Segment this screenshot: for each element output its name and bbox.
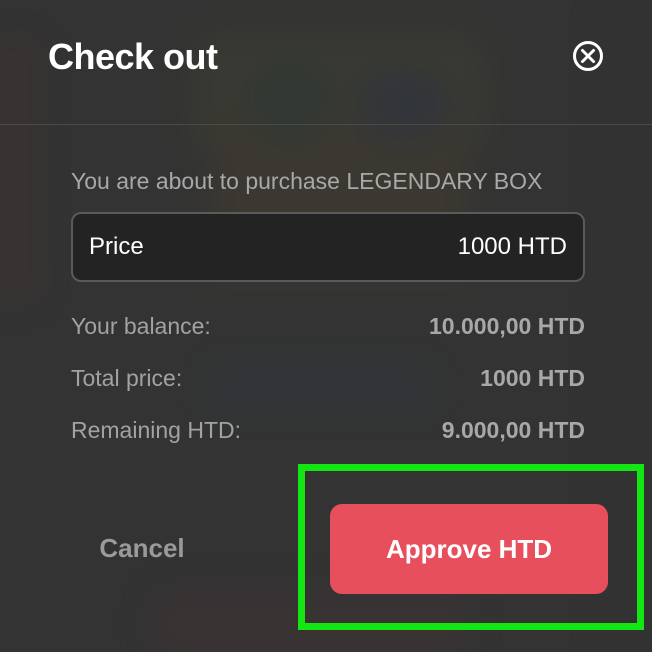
summary-value: 10.000,00 HTD (429, 312, 585, 339)
summary-row-remaining: Remaining HTD: 9.000,00 HTD (71, 404, 585, 456)
summary-label: Your balance: (71, 312, 211, 339)
cancel-button[interactable]: Cancel (72, 520, 212, 576)
modal-body: You are about to purchase LEGENDARY BOX … (71, 150, 585, 456)
checkout-modal: Check out You are about to purchase LEGE… (0, 0, 652, 652)
approve-button[interactable]: Approve HTD (330, 504, 608, 594)
price-label: Price (89, 233, 144, 260)
summary-value: 1000 HTD (480, 364, 585, 391)
summary-row-balance: Your balance: 10.000,00 HTD (71, 300, 585, 352)
price-summary: Your balance: 10.000,00 HTD Total price:… (71, 300, 585, 456)
summary-row-total: Total price: 1000 HTD (71, 352, 585, 404)
modal-title: Check out (48, 36, 218, 77)
summary-value: 9.000,00 HTD (441, 416, 585, 443)
modal-header: Check out (0, 0, 652, 125)
price-value: 1000 HTD (457, 233, 567, 260)
summary-label: Remaining HTD: (71, 416, 241, 443)
price-field: Price 1000 HTD (71, 212, 585, 282)
purchase-description: You are about to purchase LEGENDARY BOX (71, 168, 543, 194)
close-circle-icon (573, 41, 603, 71)
checkout-screen: Check out You are about to purchase LEGE… (0, 0, 652, 652)
close-button[interactable] (572, 40, 604, 72)
summary-label: Total price: (71, 364, 183, 391)
